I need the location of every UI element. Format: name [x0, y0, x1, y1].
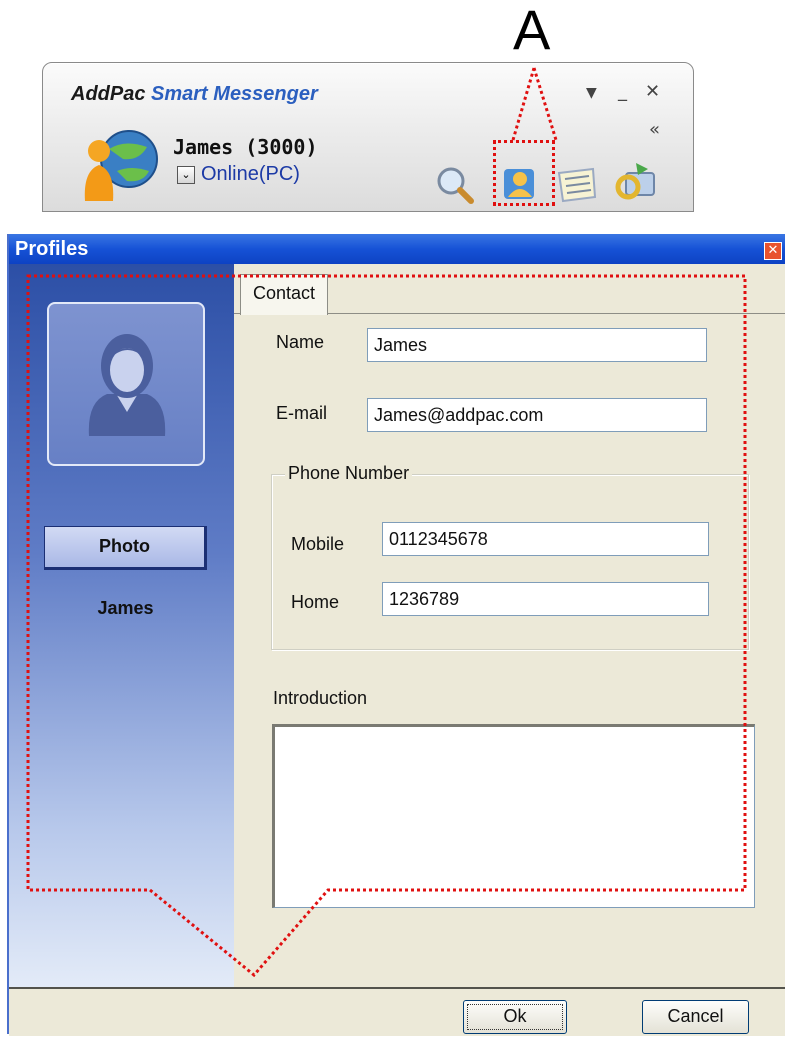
- user-avatar-icon[interactable]: [77, 125, 167, 203]
- tools-icon[interactable]: [614, 159, 658, 203]
- name-label: Name: [276, 332, 325, 352]
- highlight-box-a: [493, 140, 555, 206]
- user-display-name: James (3000): [173, 135, 318, 159]
- tab-contact[interactable]: Contact: [240, 274, 329, 315]
- mobile-field[interactable]: [382, 522, 709, 556]
- name-field[interactable]: [367, 328, 707, 362]
- cancel-button[interactable]: Cancel: [642, 1000, 749, 1034]
- photo-button[interactable]: Photo: [44, 526, 207, 570]
- phone-number-group: Phone Number: [271, 463, 749, 650]
- chevron-down-icon: ⌄: [181, 168, 191, 181]
- email-label: E-mail: [276, 403, 328, 423]
- messenger-window: AddPac Smart Messenger ▼ _ ✕ « James (30…: [42, 62, 694, 212]
- menu-arrow-icon[interactable]: ▼: [586, 85, 597, 101]
- email-field[interactable]: [367, 398, 707, 432]
- introduction-textarea[interactable]: [272, 724, 755, 908]
- profile-name-label: James: [97, 598, 154, 618]
- close-icon[interactable]: ✕: [645, 81, 660, 102]
- profile-content: Contact Name E-mail Phone Number Mobile …: [234, 264, 785, 987]
- home-label: Home: [291, 592, 340, 612]
- messenger-brand: AddPac Smart Messenger: [71, 83, 318, 106]
- home-field[interactable]: [382, 582, 709, 616]
- search-icon[interactable]: [433, 163, 477, 207]
- phone-number-legend: Phone Number: [285, 463, 413, 484]
- dialog-close-icon[interactable]: ✕: [764, 242, 782, 260]
- mobile-label: Mobile: [291, 534, 345, 554]
- default-avatar-icon: [88, 334, 166, 436]
- dialog-button-bar: Ok Cancel: [9, 987, 785, 1036]
- brand-smart-messenger: Smart Messenger: [151, 83, 318, 105]
- dialog-title: Profiles: [15, 238, 89, 260]
- photo-frame: [47, 302, 205, 466]
- dialog-title-bar[interactable]: Profiles ✕: [9, 234, 785, 264]
- ok-button[interactable]: Ok: [463, 1000, 567, 1034]
- profile-sidebar: Photo James: [9, 264, 234, 987]
- collapse-icon[interactable]: «: [649, 119, 660, 140]
- brand-addpac: AddPac: [71, 83, 146, 105]
- message-icon[interactable]: [555, 163, 599, 207]
- profiles-dialog: Profiles ✕ Photo James Contact Name E-ma…: [7, 234, 785, 1036]
- minimize-icon[interactable]: _: [618, 81, 627, 102]
- callout-label-a: A: [513, 0, 551, 61]
- introduction-label: Introduction: [273, 688, 368, 708]
- status-dropdown-button[interactable]: ⌄: [177, 166, 195, 184]
- status-text[interactable]: Online(PC): [201, 163, 300, 186]
